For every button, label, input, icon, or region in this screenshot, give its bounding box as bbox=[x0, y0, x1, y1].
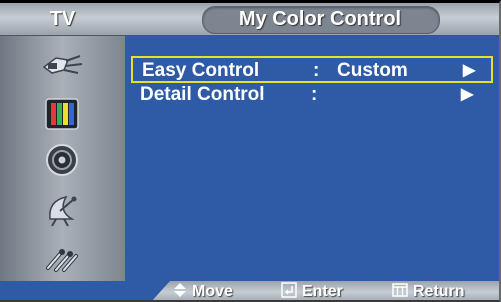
menu-content: Easy Control : Custom ▶ Detail Control :… bbox=[125, 36, 499, 281]
return-hint: Return bbox=[392, 281, 465, 300]
sidebar-item-channel[interactable] bbox=[34, 189, 90, 229]
enter-hint: Enter bbox=[281, 281, 343, 300]
move-label: Move bbox=[192, 283, 233, 300]
submenu-arrow-icon: ▶ bbox=[461, 86, 474, 103]
menu-item-separator: : bbox=[313, 60, 320, 81]
input-plug-icon bbox=[42, 55, 83, 74]
menu-item-value: Custom bbox=[337, 60, 408, 81]
osd-menu-window: TV My Color Control Easy Control: Custo… bbox=[0, 0, 501, 302]
footer-bar: Move Enter Return bbox=[0, 281, 499, 300]
menu-item-label: Easy Control bbox=[142, 60, 260, 81]
menu-item-separator: : bbox=[311, 84, 318, 105]
sidebar-item-input[interactable] bbox=[10, 44, 118, 84]
menu-item-detail-control[interactable]: Detail Control : ▶ bbox=[131, 82, 493, 109]
return-label: Return bbox=[413, 283, 465, 300]
submenu-arrow-icon: ▶ bbox=[463, 62, 476, 79]
speaker-icon bbox=[46, 144, 78, 176]
source-label: TV bbox=[49, 8, 76, 30]
menu-item-easy-control[interactable]: Easy Control : Custom ▶ bbox=[131, 56, 493, 83]
menu-title: My Color Control bbox=[238, 8, 402, 30]
sidebar-item-picture[interactable] bbox=[34, 93, 90, 133]
menu-item-label: Detail Control bbox=[140, 84, 265, 105]
color-bars-icon bbox=[45, 98, 79, 130]
setup-tools-icon bbox=[46, 249, 78, 272]
sidebar-item-setup[interactable] bbox=[34, 236, 90, 276]
move-hint: Move bbox=[173, 281, 233, 300]
enter-label: Enter bbox=[302, 283, 343, 300]
sidebar-item-sound[interactable] bbox=[34, 140, 90, 180]
header-bar: TV My Color Control bbox=[0, 3, 499, 36]
move-arrows-icon bbox=[174, 283, 186, 297]
return-menu-icon bbox=[392, 283, 408, 297]
enter-key-icon bbox=[281, 282, 297, 298]
category-sidebar bbox=[0, 36, 125, 281]
satellite-dish-icon bbox=[49, 195, 77, 227]
